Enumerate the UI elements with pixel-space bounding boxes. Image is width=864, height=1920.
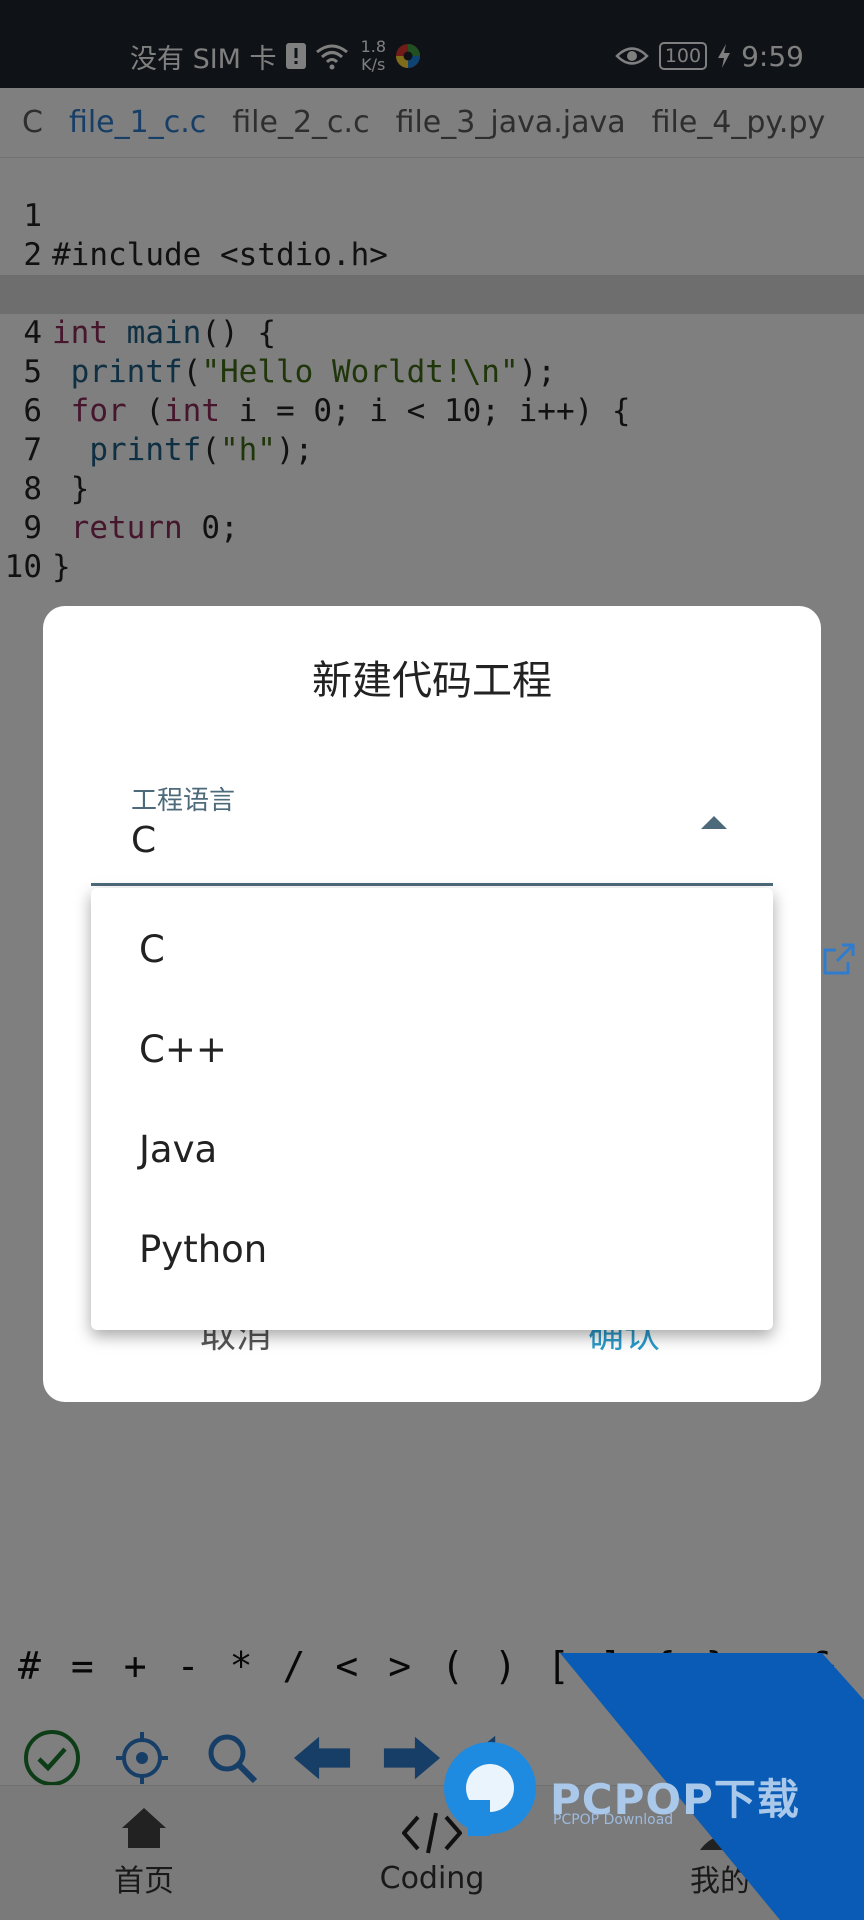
watermark-band	[444, 1653, 864, 1920]
watermark-subtext: PCPOP Download	[553, 1812, 674, 1828]
